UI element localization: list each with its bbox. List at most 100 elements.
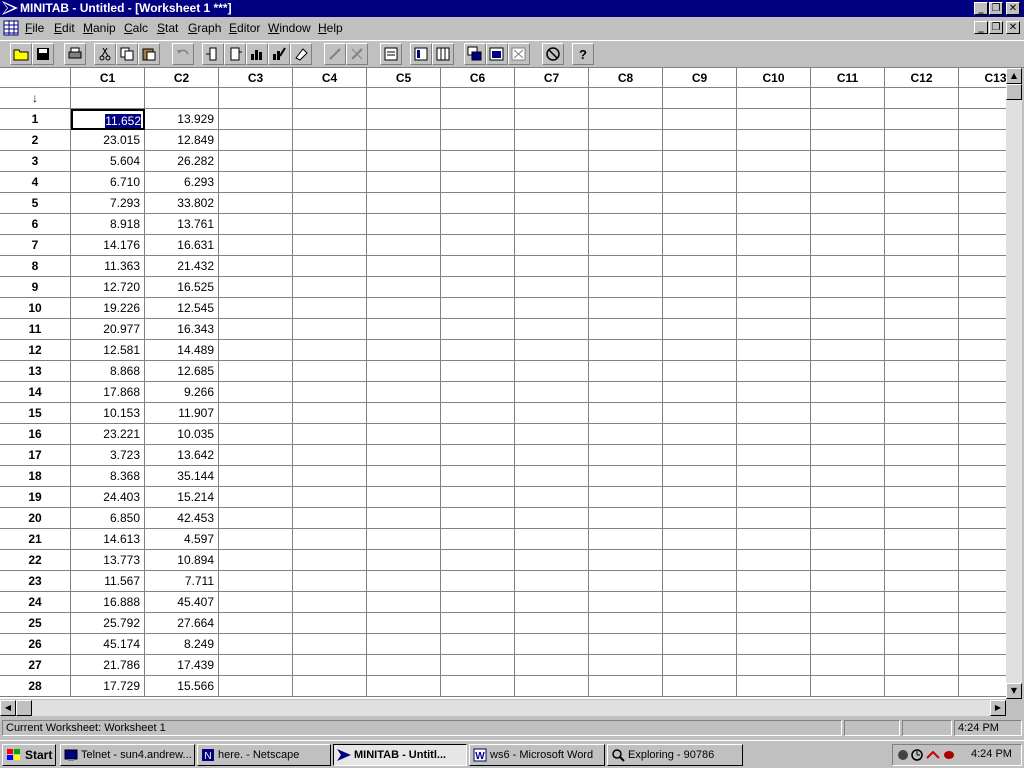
grid-cell[interactable] xyxy=(811,172,885,193)
grid-cell[interactable]: 14.176 xyxy=(71,235,145,256)
scroll-down-button[interactable]: ▼ xyxy=(1006,683,1022,699)
grid-cell[interactable] xyxy=(367,235,441,256)
grid-cell[interactable]: 10.894 xyxy=(145,550,219,571)
window-cascade-button[interactable] xyxy=(464,43,486,65)
erase-button[interactable] xyxy=(290,43,312,65)
column-name-cell[interactable] xyxy=(367,88,441,109)
graph-button[interactable] xyxy=(246,43,268,65)
grid-cell[interactable] xyxy=(589,214,663,235)
grid-cell[interactable] xyxy=(219,382,293,403)
grid-cell[interactable] xyxy=(811,151,885,172)
grid-cell[interactable] xyxy=(959,529,1006,550)
grid-cell[interactable] xyxy=(441,130,515,151)
column-name-cell[interactable] xyxy=(293,88,367,109)
close-button[interactable]: ✕ xyxy=(1006,2,1020,15)
grid-cell[interactable] xyxy=(589,487,663,508)
grid-cell[interactable] xyxy=(885,361,959,382)
grid-cell[interactable] xyxy=(219,172,293,193)
grid-cell[interactable] xyxy=(663,613,737,634)
grid-cell[interactable] xyxy=(441,151,515,172)
grid-cell[interactable] xyxy=(885,382,959,403)
row-header[interactable]: 9 xyxy=(0,277,71,298)
grid-cell[interactable] xyxy=(663,466,737,487)
grid-cell[interactable] xyxy=(515,214,589,235)
grid-cell[interactable] xyxy=(589,403,663,424)
grid-cell[interactable] xyxy=(959,277,1006,298)
grid-cell[interactable] xyxy=(589,634,663,655)
undo-button[interactable] xyxy=(172,43,194,65)
grid-cell[interactable]: 7.711 xyxy=(145,571,219,592)
grid-cell[interactable] xyxy=(367,424,441,445)
grid-cell[interactable] xyxy=(663,340,737,361)
grid-cell[interactable] xyxy=(293,550,367,571)
grid-cell[interactable] xyxy=(219,340,293,361)
grid-cell[interactable] xyxy=(367,529,441,550)
grid-cell[interactable] xyxy=(811,571,885,592)
grid-cell[interactable] xyxy=(367,109,441,130)
grid-cell[interactable] xyxy=(663,361,737,382)
grid-cell[interactable] xyxy=(737,571,811,592)
grid-cell[interactable]: 6.293 xyxy=(145,172,219,193)
grid-corner[interactable] xyxy=(0,68,71,88)
grid-cell[interactable]: 10.153 xyxy=(71,403,145,424)
row-header[interactable]: 8 xyxy=(0,256,71,277)
grid-cell[interactable] xyxy=(293,172,367,193)
grid-cell[interactable] xyxy=(885,424,959,445)
grid-cell[interactable] xyxy=(589,382,663,403)
grid-cell[interactable] xyxy=(515,550,589,571)
grid-cell[interactable] xyxy=(589,508,663,529)
grid-cell[interactable] xyxy=(885,151,959,172)
grid-cell[interactable] xyxy=(589,109,663,130)
grid-cell[interactable]: 11.363 xyxy=(71,256,145,277)
grid-cell[interactable] xyxy=(663,424,737,445)
worksheet-grid[interactable]: ↓ C1 C2 C3 C4 C5 C6 C7 C8 C9 C10 C11 C12 C13 1 11.652 13… xyxy=(0,68,1006,699)
row-header[interactable]: 16 xyxy=(0,424,71,445)
grid-cell[interactable]: 16.525 xyxy=(145,277,219,298)
grid-cell[interactable] xyxy=(219,445,293,466)
grid-cell[interactable] xyxy=(441,109,515,130)
grid-cell[interactable]: 9.266 xyxy=(145,382,219,403)
column-name-cell[interactable] xyxy=(219,88,293,109)
grid-cell[interactable] xyxy=(589,298,663,319)
grid-cell[interactable] xyxy=(219,529,293,550)
grid-cell[interactable] xyxy=(219,361,293,382)
grid-cell[interactable] xyxy=(811,109,885,130)
horizontal-scrollbar[interactable]: ◀ ▶ xyxy=(0,700,1006,716)
grid-cell[interactable] xyxy=(515,634,589,655)
grid-cell[interactable] xyxy=(515,403,589,424)
grid-cell[interactable] xyxy=(959,424,1006,445)
grid-cell[interactable] xyxy=(885,571,959,592)
grid-cell[interactable] xyxy=(811,676,885,697)
grid-cell[interactable] xyxy=(885,340,959,361)
grid-cell[interactable] xyxy=(367,298,441,319)
grid-cell[interactable] xyxy=(737,340,811,361)
grid-cell[interactable] xyxy=(737,613,811,634)
column-header-c5[interactable]: C5 xyxy=(367,68,441,88)
grid-cell[interactable] xyxy=(737,424,811,445)
grid-cell[interactable] xyxy=(663,214,737,235)
brush2-button[interactable] xyxy=(346,43,368,65)
grid-cell[interactable] xyxy=(811,613,885,634)
grid-cell[interactable] xyxy=(811,340,885,361)
column-header-c3[interactable]: C3 xyxy=(219,68,293,88)
grid-cell[interactable] xyxy=(367,151,441,172)
grid-cell[interactable]: 13.761 xyxy=(145,214,219,235)
grid-cell[interactable]: 23.221 xyxy=(71,424,145,445)
grid-cell[interactable] xyxy=(737,109,811,130)
grid-cell[interactable]: 8.249 xyxy=(145,634,219,655)
grid-cell[interactable]: 11.567 xyxy=(71,571,145,592)
grid-cell[interactable] xyxy=(811,130,885,151)
grid-cell[interactable] xyxy=(589,445,663,466)
grid-cell[interactable] xyxy=(811,508,885,529)
grid-cell[interactable]: 7.293 xyxy=(71,193,145,214)
grid-cell[interactable] xyxy=(885,193,959,214)
menu-stat[interactable]: Stat xyxy=(157,21,178,35)
grid-cell[interactable]: 21.432 xyxy=(145,256,219,277)
vertical-scrollbar[interactable]: ▲ ▼ xyxy=(1006,68,1022,699)
row-header[interactable]: 15 xyxy=(0,403,71,424)
grid-cell[interactable] xyxy=(737,508,811,529)
column-name-cell[interactable] xyxy=(959,88,1006,109)
window-close-button[interactable] xyxy=(508,43,530,65)
edit-graph-button[interactable] xyxy=(268,43,290,65)
grid-cell[interactable]: 17.868 xyxy=(71,382,145,403)
